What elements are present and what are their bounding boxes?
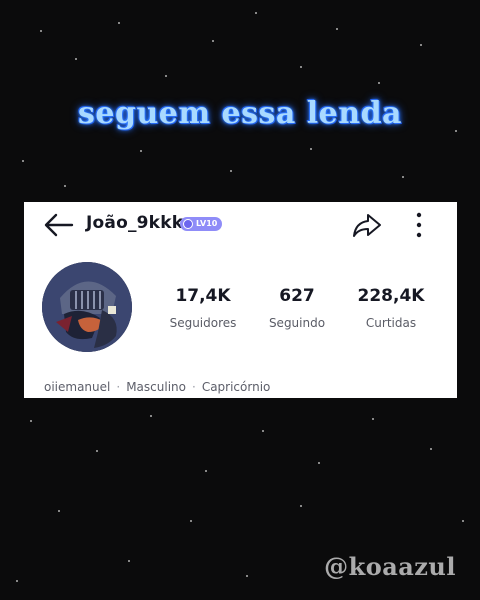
avatar-image (42, 262, 132, 352)
bio-separator: · (191, 380, 196, 394)
profile-bio: oiiemanuel · Masculino · Capricórnio (44, 380, 270, 394)
stat-following[interactable]: 627 Seguindo (252, 286, 342, 330)
share-icon[interactable] (352, 211, 382, 239)
following-label: Seguindo (268, 316, 326, 330)
caption-text: seguem essa lenda (78, 96, 402, 131)
bio-separator: · (116, 380, 121, 394)
avatar[interactable] (42, 262, 132, 352)
level-badge-label: LV10 (196, 219, 218, 228)
profile-stats: 17,4K Seguidores 627 Seguindo 228,4K Cur… (156, 286, 446, 336)
bio-sign: Capricórnio (201, 380, 271, 394)
back-arrow-icon[interactable] (42, 210, 76, 240)
profile-card: João_9kkk LV10 17,4K Seguidores 627 Segu… (24, 202, 457, 398)
watermark: @koaazul (324, 552, 456, 581)
following-count: 627 (279, 286, 315, 306)
followers-count: 17,4K (175, 286, 231, 306)
more-vertical-icon[interactable] (411, 211, 427, 239)
level-badge-icon (183, 219, 193, 229)
profile-header: João_9kkk LV10 (24, 202, 457, 248)
bio-handle: oiiemanuel (44, 380, 111, 394)
level-badge: LV10 (180, 217, 223, 231)
stat-likes[interactable]: 228,4K Curtidas (346, 286, 436, 330)
bio-gender: Masculino (126, 380, 186, 394)
likes-count: 228,4K (357, 286, 425, 306)
followers-label: Seguidores (169, 316, 237, 330)
username: João_9kkk (86, 213, 184, 233)
likes-label: Curtidas (365, 316, 417, 330)
stat-followers[interactable]: 17,4K Seguidores (158, 286, 248, 330)
